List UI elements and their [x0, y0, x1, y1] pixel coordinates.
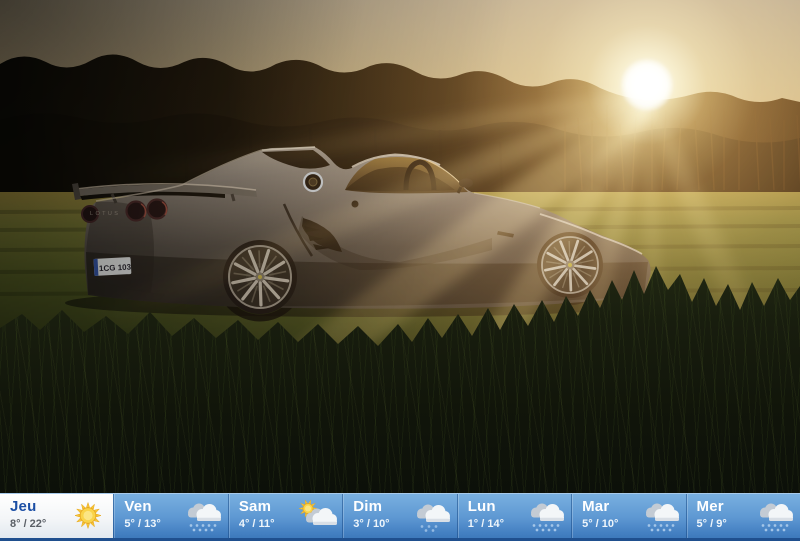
forecast-day-temps: 5° / 10° — [582, 518, 618, 530]
forecast-day-temps: 1° / 14° — [468, 518, 504, 530]
forecast-day-name: Mar — [582, 498, 609, 515]
drizzle-cloud-icon — [410, 499, 454, 534]
forecast-day-temps: 4° / 11° — [239, 518, 275, 530]
forecast-day-temps: 5° / 9° — [697, 518, 727, 530]
sun-cloud-icon — [295, 499, 339, 534]
forecast-day-ven[interactable]: Ven 5° / 13° — [113, 494, 227, 541]
sunset-photo: LOTUS 1CG 103 — [0, 0, 800, 493]
forecast-day-name: Dim — [353, 498, 382, 515]
license-plate-text: 1CG 103 — [99, 262, 132, 273]
rain-cloud-icon — [181, 499, 225, 534]
rear-wheel — [223, 240, 297, 314]
forecast-day-temps: 3° / 10° — [353, 518, 389, 530]
forecast-day-mer[interactable]: Mer 5° / 9° — [686, 494, 800, 541]
forecast-day-lun[interactable]: Lun 1° / 14° — [457, 494, 571, 541]
forecast-bar: Jeu 8° / 22° Ven 5° / 13° Sam 4° / 11° D… — [0, 493, 800, 541]
forecast-day-name: Mer — [697, 498, 724, 515]
rain-cloud-icon — [753, 499, 797, 534]
forecast-day-name: Lun — [468, 498, 496, 515]
front-wheel — [537, 232, 603, 298]
forecast-day-name: Ven — [124, 498, 151, 515]
forecast-day-jeu[interactable]: Jeu 8° / 22° — [0, 494, 113, 541]
forecast-day-dim[interactable]: Dim 3° / 10° — [342, 494, 456, 541]
lotus-badge — [304, 173, 322, 191]
sun-icon — [66, 499, 110, 534]
sun — [621, 59, 673, 111]
license-plate: 1CG 103 — [94, 257, 132, 276]
forecast-day-temps: 5° / 13° — [124, 518, 160, 530]
forecast-day-mar[interactable]: Mar 5° / 10° — [571, 494, 685, 541]
forecast-day-name: Sam — [239, 498, 271, 515]
forecast-day-name: Jeu — [10, 498, 36, 515]
forecast-day-sam[interactable]: Sam 4° / 11° — [228, 494, 342, 541]
rain-cloud-icon — [524, 499, 568, 534]
rain-cloud-icon — [639, 499, 683, 534]
door-button — [352, 201, 359, 208]
forecast-day-temps: 8° / 22° — [10, 518, 46, 530]
rear-badge-lettering: LOTUS — [90, 211, 120, 217]
weather-photo-page: LOTUS 1CG 103 — [0, 0, 800, 541]
